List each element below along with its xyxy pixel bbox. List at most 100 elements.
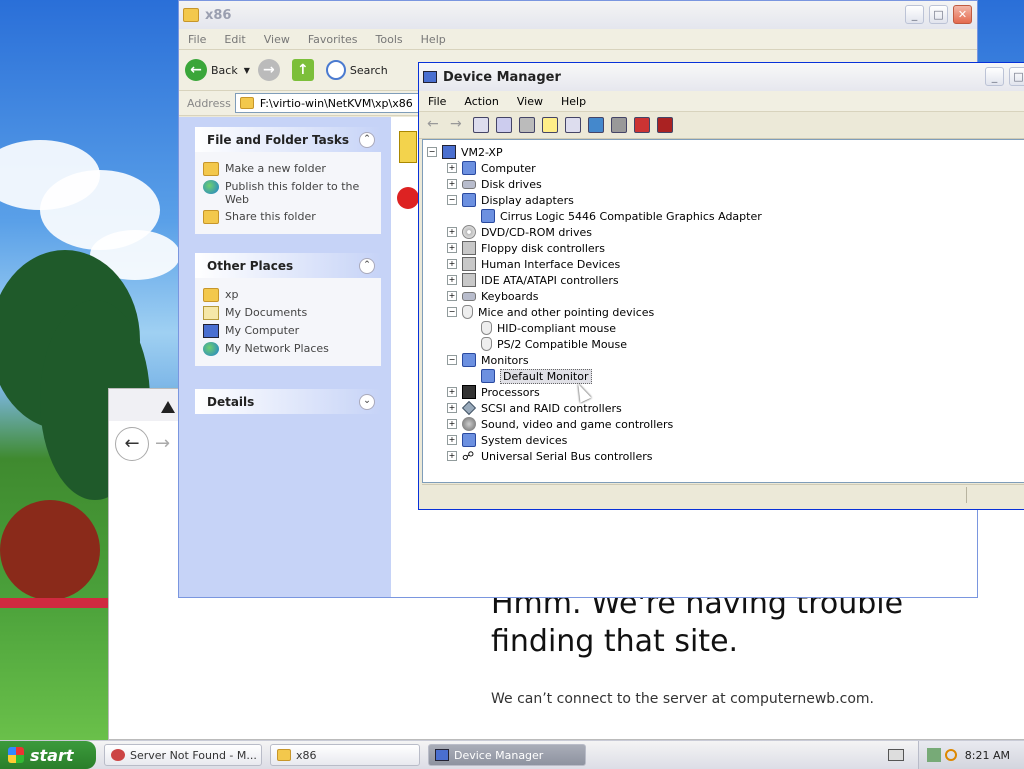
start-button[interactable]: start (0, 741, 96, 769)
place-my-computer[interactable]: My Computer (203, 324, 373, 338)
device-tree[interactable]: − VM2-XP + Computer + Disk drives − Disp… (422, 139, 1024, 483)
taskbar-item-x86[interactable]: x86 (270, 744, 420, 766)
forward-arrow-icon[interactable]: → (450, 117, 466, 133)
menu-favorites[interactable]: Favorites (299, 33, 367, 46)
taskbar-item-device-manager[interactable]: Device Manager (428, 744, 586, 766)
search-tray-icon[interactable] (944, 749, 957, 761)
expand-toggle-icon[interactable]: + (447, 435, 457, 445)
minimize-button[interactable]: _ (985, 67, 1004, 86)
help-icon[interactable] (542, 117, 558, 133)
tree-item-dvd-cdrom[interactable]: + DVD/CD-ROM drives (447, 224, 592, 240)
menu-file[interactable]: File (179, 33, 215, 46)
tree-item-sound[interactable]: + Sound, video and game controllers (447, 416, 673, 432)
collapse-icon[interactable]: ⌃ (359, 257, 375, 274)
window-title: Device Manager (443, 69, 561, 85)
menu-help[interactable]: Help (552, 95, 595, 108)
menu-view[interactable]: View (255, 33, 299, 46)
tree-item-keyboards[interactable]: + Keyboards (447, 288, 538, 304)
up-folder-icon: ↑ (291, 59, 314, 81)
expand-toggle-icon[interactable]: + (447, 419, 457, 429)
task-share-folder[interactable]: Share this folder (203, 210, 373, 224)
expand-icon[interactable]: ⌄ (359, 393, 375, 410)
menu-help[interactable]: Help (412, 33, 455, 46)
tree-item-floppy[interactable]: + Floppy disk controllers (447, 240, 605, 256)
file-icon[interactable] (397, 187, 419, 209)
tree-item-processors[interactable]: + Processors (447, 384, 540, 400)
expand-toggle-icon[interactable]: + (447, 403, 457, 413)
task-publish-to-web[interactable]: Publish this folder to the Web (203, 180, 373, 206)
keyboard-layout-icon[interactable] (888, 749, 904, 761)
network-tray-icon[interactable] (926, 748, 941, 762)
tree-item-disk-drives[interactable]: + Disk drives (447, 176, 542, 192)
up-button[interactable]: ↑ (291, 59, 318, 81)
expand-toggle-icon[interactable]: + (447, 387, 457, 397)
tree-item-ide[interactable]: + IDE ATA/ATAPI controllers (447, 272, 619, 288)
expand-toggle-icon[interactable]: + (447, 275, 457, 285)
address-input[interactable]: F:\virtio-win\NetKVM\xp\x86 (234, 93, 431, 113)
maximize-button[interactable]: □ (929, 5, 948, 24)
expand-toggle-icon[interactable]: + (447, 291, 457, 301)
task-make-new-folder[interactable]: Make a new folder (203, 162, 373, 176)
ide-icon (462, 273, 476, 287)
expand-toggle-icon[interactable]: + (447, 259, 457, 269)
properties-icon[interactable] (496, 117, 512, 133)
device-manager-titlebar[interactable]: Device Manager (419, 63, 1024, 91)
view-icon[interactable] (565, 117, 581, 133)
menu-view[interactable]: View (508, 95, 552, 108)
browser-tab[interactable] (109, 389, 180, 421)
tree-child-default-monitor[interactable]: Default Monitor (481, 368, 592, 384)
search-button[interactable]: Search (325, 60, 388, 80)
back-arrow-icon[interactable]: ← (427, 117, 443, 133)
tree-item-hid[interactable]: + Human Interface Devices (447, 256, 620, 272)
expand-toggle-icon[interactable]: + (447, 227, 457, 237)
file-folder-tasks-header[interactable]: File and Folder Tasks ⌃ (195, 127, 381, 152)
menu-edit[interactable]: Edit (215, 33, 254, 46)
scan-hardware-icon[interactable] (588, 117, 604, 133)
device-manager-window[interactable]: Device Manager _ □ File Action View Help… (418, 62, 1024, 510)
disable-device-icon[interactable] (634, 117, 650, 133)
place-my-network-places[interactable]: My Network Places (203, 342, 373, 356)
show-hide-tree-icon[interactable] (473, 117, 489, 133)
collapse-toggle-icon[interactable]: − (447, 307, 457, 317)
expand-toggle-icon[interactable]: + (447, 451, 457, 461)
menu-tools[interactable]: Tools (367, 33, 412, 46)
other-places-header[interactable]: Other Places ⌃ (195, 253, 381, 278)
uninstall-device-icon[interactable] (657, 117, 673, 133)
back-button[interactable]: ← Back ▼ (185, 59, 250, 81)
print-icon[interactable] (519, 117, 535, 133)
explorer-titlebar[interactable]: x86 (179, 1, 977, 29)
expand-toggle-icon[interactable]: + (447, 179, 457, 189)
forward-button[interactable]: → (257, 59, 284, 81)
tree-child-hid-mouse[interactable]: HID-compliant mouse (481, 320, 616, 336)
minimize-button[interactable]: _ (905, 5, 924, 24)
file-icon[interactable] (399, 131, 417, 163)
clock[interactable]: 8:21 AM (965, 749, 1010, 762)
tree-item-computer[interactable]: + Computer (447, 160, 536, 176)
place-my-documents[interactable]: My Documents (203, 306, 373, 320)
menu-file[interactable]: File (419, 95, 455, 108)
details-header[interactable]: Details ⌄ (195, 389, 381, 414)
collapse-toggle-icon[interactable]: − (447, 195, 457, 205)
collapse-icon[interactable]: ⌃ (359, 131, 375, 148)
expand-toggle-icon[interactable]: + (447, 163, 457, 173)
tree-child-ps2-mouse[interactable]: PS/2 Compatible Mouse (481, 336, 627, 352)
browser-forward-button[interactable]: → (155, 433, 170, 454)
maximize-button[interactable]: □ (1009, 67, 1024, 86)
tree-item-mice[interactable]: − Mice and other pointing devices (447, 304, 654, 320)
close-button[interactable]: ✕ (953, 5, 972, 24)
tree-item-monitors[interactable]: − Monitors (447, 352, 529, 368)
taskbar-item-browser[interactable]: Server Not Found - M... (104, 744, 262, 766)
tree-item-scsi[interactable]: + SCSI and RAID controllers (447, 400, 622, 416)
place-xp[interactable]: xp (203, 288, 373, 302)
tree-child-graphics-adapter[interactable]: Cirrus Logic 5446 Compatible Graphics Ad… (481, 208, 762, 224)
expand-toggle-icon[interactable]: + (447, 243, 457, 253)
tree-item-system-devices[interactable]: + System devices (447, 432, 567, 448)
tree-item-usb[interactable]: + ☍ Universal Serial Bus controllers (447, 448, 652, 464)
update-driver-icon[interactable] (611, 117, 627, 133)
menu-action[interactable]: Action (455, 95, 507, 108)
tree-item-display-adapters[interactable]: − Display adapters (447, 192, 574, 208)
collapse-toggle-icon[interactable]: − (427, 147, 437, 157)
collapse-toggle-icon[interactable]: − (447, 355, 457, 365)
browser-back-button[interactable]: ← (115, 427, 149, 461)
tree-root[interactable]: − VM2-XP (427, 144, 503, 160)
